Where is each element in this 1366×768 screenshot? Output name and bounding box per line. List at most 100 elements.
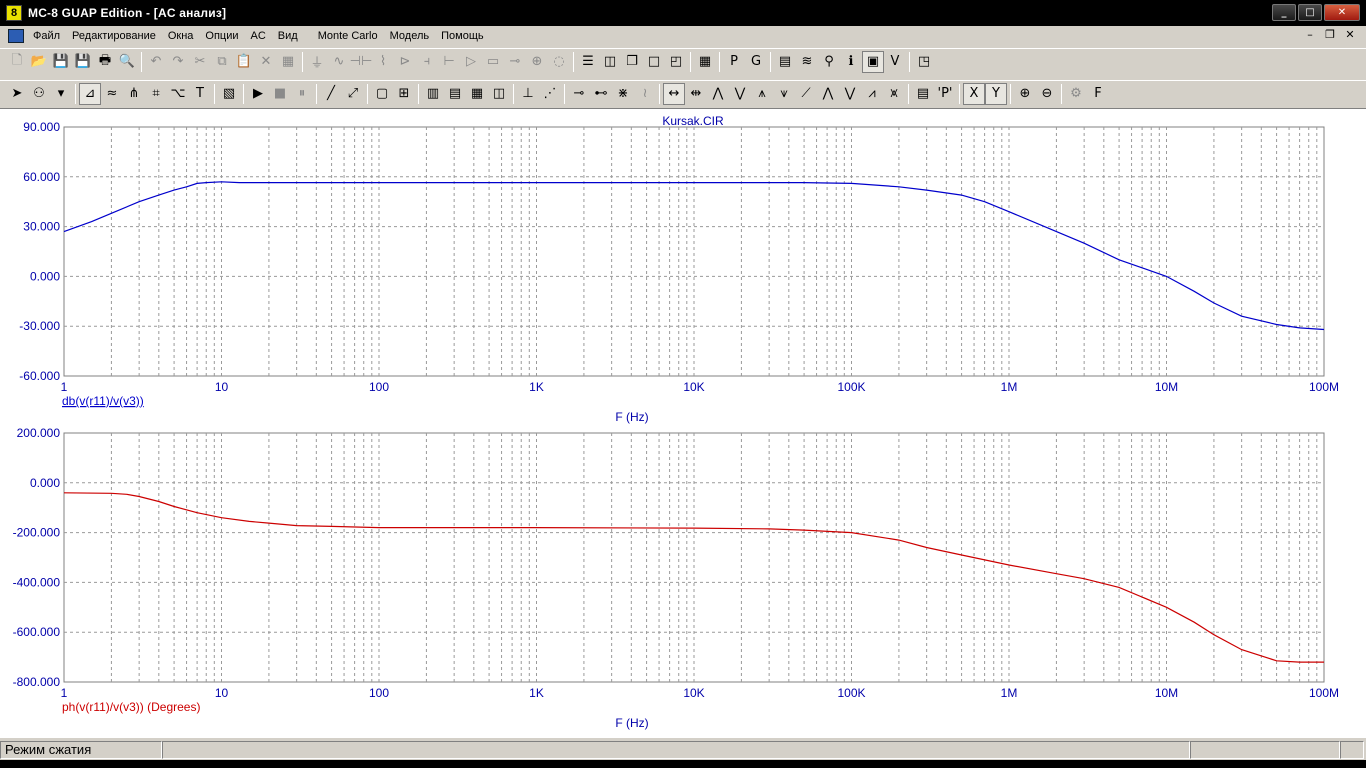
waveform-icon[interactable]: ≋: [796, 51, 818, 73]
open-folder-icon[interactable]: 📂: [28, 51, 50, 73]
undo-icon[interactable]: ↶: [145, 51, 167, 73]
menu-options[interactable]: Опции: [199, 30, 244, 42]
y-cursor-icon[interactable]: Y: [985, 82, 1007, 105]
capacitor-icon[interactable]: ⊣⊢: [350, 51, 373, 73]
curve-icon[interactable]: ≀: [634, 83, 656, 105]
resistor-icon[interactable]: ⌇: [372, 51, 394, 73]
new-file-icon[interactable]: 🗋: [6, 51, 28, 73]
menu-view[interactable]: Вид: [272, 30, 304, 42]
restore-window-icon[interactable]: ◰: [665, 51, 687, 73]
cursor-right-icon[interactable]: ⊷: [590, 83, 612, 105]
info-icon[interactable]: ℹ: [840, 51, 862, 73]
valley-icon[interactable]: ⋁: [729, 83, 751, 105]
analysis-window-icon[interactable]: ◳: [913, 51, 935, 73]
vid-icon[interactable]: V: [884, 51, 906, 73]
save-all-icon[interactable]: 💾: [72, 51, 94, 73]
pause-icon[interactable]: ⏸: [291, 83, 313, 105]
data-points-icon[interactable]: ⌗: [145, 83, 167, 105]
save-icon[interactable]: 💾: [50, 51, 72, 73]
mdi-restore-button[interactable]: ❐: [1322, 28, 1338, 41]
cursor-both-icon[interactable]: ⋇: [612, 83, 634, 105]
menu-model[interactable]: Модель: [384, 30, 435, 42]
inflection-icon[interactable]: ⩘: [861, 83, 883, 105]
print-preview-icon[interactable]: 🔍: [116, 51, 138, 73]
menu-monte-carlo[interactable]: Monte Carlo: [312, 30, 384, 42]
dotted-line-icon[interactable]: ⋰: [539, 83, 561, 105]
major-grid-icon[interactable]: ▤: [444, 83, 466, 105]
x-cursor-icon[interactable]: X: [963, 82, 985, 105]
slope-icon[interactable]: ⟋: [795, 83, 817, 105]
horizontal-cursor-icon[interactable]: ↔: [663, 82, 685, 105]
menu-edit[interactable]: Редактирование: [66, 30, 162, 42]
tile-vertical-icon[interactable]: ◫: [599, 51, 621, 73]
mdi-minimize-button[interactable]: –: [1302, 28, 1318, 41]
zoom-out-icon[interactable]: ⊖: [1036, 83, 1058, 105]
document-icon[interactable]: [8, 29, 24, 43]
stop-icon[interactable]: ■: [269, 83, 291, 105]
switch-icon[interactable]: ⊸: [504, 51, 526, 73]
frame-icon[interactable]: ▢: [371, 83, 393, 105]
menu-ac[interactable]: AC: [245, 30, 272, 42]
component-list-icon[interactable]: ▤: [774, 51, 796, 73]
diode-icon[interactable]: ⊳: [394, 51, 416, 73]
maximize-button[interactable]: □: [1298, 4, 1322, 21]
source-icon[interactable]: ⊕: [526, 51, 548, 73]
opamp-icon[interactable]: ▷: [460, 51, 482, 73]
menu-help[interactable]: Помощь: [435, 30, 490, 42]
dropdown-arrow-icon[interactable]: ▾: [50, 83, 72, 105]
grid-icon[interactable]: ⊞: [393, 83, 415, 105]
line-arrow-icon[interactable]: ⤢: [342, 83, 364, 105]
plot-window-icon[interactable]: ▣: [862, 50, 884, 73]
tag-icon[interactable]: ⌥: [167, 83, 189, 105]
cursor-mode-icon[interactable]: ≈: [101, 83, 123, 105]
delete-icon[interactable]: ✕: [255, 51, 277, 73]
maximize-window-icon[interactable]: □: [643, 51, 665, 73]
font-icon[interactable]: F: [1087, 83, 1109, 105]
line-icon[interactable]: ╱: [320, 83, 342, 105]
global-high-icon[interactable]: ⩙: [883, 83, 905, 105]
properties-icon[interactable]: ▧: [218, 83, 240, 105]
calculator-icon[interactable]: ▦: [694, 51, 716, 73]
macro-icon[interactable]: ▭: [482, 51, 504, 73]
select-arrow-icon[interactable]: ➤: [6, 83, 28, 105]
paste-icon[interactable]: 📋: [233, 51, 255, 73]
ground-icon[interactable]: ⏚: [306, 51, 328, 73]
minimize-button[interactable]: _: [1272, 4, 1296, 21]
minor-grid-icon[interactable]: ▥: [422, 83, 444, 105]
gear-icon[interactable]: ⚙: [1065, 83, 1087, 105]
probe-icon[interactable]: ⚲: [818, 51, 840, 73]
table-grid-icon[interactable]: ▦: [466, 83, 488, 105]
copy-icon[interactable]: ⧉: [211, 51, 233, 73]
tokens-icon[interactable]: ⋔: [123, 83, 145, 105]
select-all-icon[interactable]: ▦: [277, 51, 299, 73]
print-icon[interactable]: 🖶: [94, 51, 116, 73]
g-command-icon[interactable]: G: [745, 51, 767, 73]
high-icon[interactable]: ⋀: [817, 83, 839, 105]
app-icon[interactable]: 8: [6, 5, 22, 21]
data-table-icon[interactable]: ▤: [912, 83, 934, 105]
cascade-icon[interactable]: ❐: [621, 51, 643, 73]
next-peak-icon[interactable]: ⩚: [751, 83, 773, 105]
series-label[interactable]: ph(v(r11)/v(v3)) (Degrees): [62, 700, 200, 714]
low-icon[interactable]: ⋁: [839, 83, 861, 105]
zoom-in-icon[interactable]: ⊕: [1014, 83, 1036, 105]
scale-icon[interactable]: ⊿: [79, 82, 101, 105]
cut-icon[interactable]: ✂: [189, 51, 211, 73]
redo-icon[interactable]: ↷: [167, 51, 189, 73]
cursor-left-icon[interactable]: ⊸: [568, 83, 590, 105]
horizontal-center-icon[interactable]: ⇹: [685, 83, 707, 105]
transistor-icon[interactable]: ⊢: [438, 51, 460, 73]
peak-icon[interactable]: ⋀: [707, 83, 729, 105]
p-command-icon[interactable]: P: [723, 51, 745, 73]
tile-horizontal-icon[interactable]: ☰: [577, 51, 599, 73]
bulb-icon[interactable]: ◌: [548, 51, 570, 73]
run-icon[interactable]: ▶: [247, 83, 269, 105]
baseline-icon[interactable]: ⊥: [517, 83, 539, 105]
p-marker-icon[interactable]: 'P': [934, 83, 956, 105]
close-button[interactable]: ✕: [1324, 4, 1360, 21]
mdi-close-button[interactable]: ✕: [1342, 28, 1358, 41]
component-mode-icon[interactable]: ⚇: [28, 83, 50, 105]
column-grid-icon[interactable]: ◫: [488, 83, 510, 105]
text-icon[interactable]: T: [189, 83, 211, 105]
battery-icon[interactable]: ⫞: [416, 51, 438, 73]
